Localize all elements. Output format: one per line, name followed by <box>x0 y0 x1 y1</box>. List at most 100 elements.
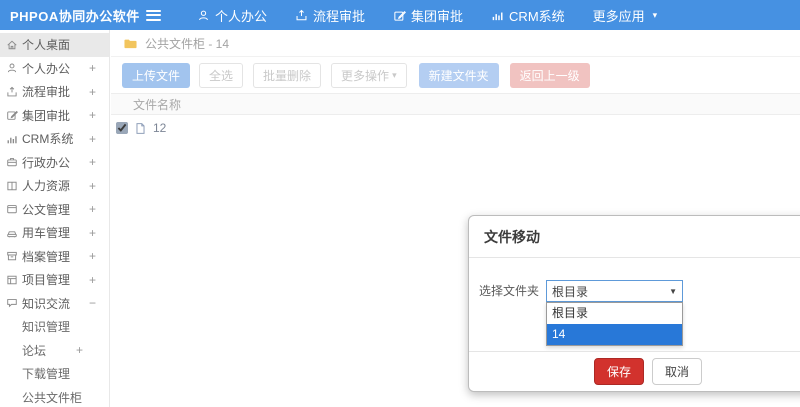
nav-item-4[interactable]: 更多应用 ▾ <box>579 0 672 30</box>
file-name-column-header: 文件名称 <box>133 97 182 112</box>
sidebar-item-个人桌面[interactable]: 个人桌面 <box>0 33 109 57</box>
new-folder-button[interactable]: 新建文件夹 <box>418 63 499 88</box>
folder-select-options: 根目录 14 <box>546 302 683 346</box>
sidebar-item-流程审批[interactable]: 流程审批 + <box>0 80 109 104</box>
sidebar-item-label: 项目管理 <box>22 273 71 288</box>
sidebar-item-label: 流程审批 <box>22 85 71 100</box>
sidebar-item-label: 下载管理 <box>22 367 71 382</box>
edit-icon <box>393 9 407 22</box>
file-table-body: 12 <box>111 115 800 141</box>
sidebar-item-label: 集团审批 <box>22 108 71 123</box>
sidebar-item-人力资源[interactable]: 人力资源 + <box>0 174 109 198</box>
nav-item-label: 个人办公 <box>215 8 268 24</box>
sidebar-item-label: 用车管理 <box>22 226 71 241</box>
save-button[interactable]: 保存 <box>593 358 644 385</box>
sidebar-item-知识管理[interactable]: 知识管理 <box>0 315 109 339</box>
chat-icon <box>6 297 18 309</box>
sidebar-item-用车管理[interactable]: 用车管理 + <box>0 221 109 245</box>
expand-plus-icon[interactable]: + <box>89 61 96 75</box>
nav-item-3[interactable]: CRM系统 <box>477 0 579 30</box>
dialog-body: 选择文件夹 根目录 ▼ 根目录 14 <box>469 258 800 356</box>
file-table-header: 文件名称 <box>111 93 800 115</box>
sidebar-item-label: 公文管理 <box>22 202 71 217</box>
sidebar-item-集团审批[interactable]: 集团审批 + <box>0 104 109 128</box>
expand-plus-icon[interactable]: + <box>76 343 83 357</box>
dialog-title: 文件移动 <box>469 216 800 258</box>
nav-item-0[interactable]: 个人办公 <box>183 0 281 30</box>
caret-down-icon: ▾ <box>392 70 397 80</box>
sidebar-item-label: 个人桌面 <box>22 38 71 53</box>
sidebar-item-下载管理[interactable]: 下载管理 <box>0 362 109 386</box>
more-actions-button[interactable]: 更多操作 ▾ <box>331 63 407 88</box>
collapse-minus-icon[interactable]: − <box>89 296 96 310</box>
sidebar-item-公文管理[interactable]: 公文管理 + <box>0 198 109 222</box>
sidebar-item-label: 人力资源 <box>22 179 71 194</box>
expand-plus-icon[interactable]: + <box>89 179 96 193</box>
expand-plus-icon[interactable]: + <box>89 108 96 122</box>
user-icon <box>6 62 18 74</box>
sidebar-item-行政办公[interactable]: 行政办公 + <box>0 151 109 175</box>
caret-down-icon: ▼ <box>669 286 677 296</box>
folder-option-14[interactable]: 14 <box>547 324 682 345</box>
folder-icon <box>123 37 138 50</box>
doc-icon <box>6 203 18 215</box>
file-name: 12 <box>153 121 167 135</box>
expand-plus-icon[interactable]: + <box>89 202 96 216</box>
table-row[interactable]: 12 <box>111 115 800 141</box>
sidebar-item-label: 公共文件柜 <box>22 390 83 405</box>
sidebar-item-公共文件柜[interactable]: 公共文件柜 <box>0 386 109 407</box>
car-icon <box>6 227 18 239</box>
sidebar-item-论坛[interactable]: 论坛 + <box>0 339 109 363</box>
expand-plus-icon[interactable]: + <box>89 249 96 263</box>
back-up-level-button[interactable]: 返回上一级 <box>509 63 590 88</box>
sidebar-item-个人办公[interactable]: 个人办公 + <box>0 57 109 81</box>
nav-item-2[interactable]: 集团审批 <box>379 0 477 30</box>
header-nav: 个人办公 流程审批 集团审批 CRM系统 更多应用 ▾ <box>183 0 671 30</box>
nav-item-1[interactable]: 流程审批 <box>281 0 379 30</box>
nav-item-label: 集团审批 <box>411 8 464 24</box>
process-icon <box>295 9 308 22</box>
caret-down-icon: ▾ <box>652 9 658 20</box>
sidebar-item-label: 个人办公 <box>22 61 71 76</box>
select-all-button[interactable]: 全选 <box>199 63 244 88</box>
folder-option-根目录[interactable]: 根目录 <box>547 303 682 324</box>
expand-plus-icon[interactable]: + <box>89 155 96 169</box>
sidebar-item-label: CRM系统 <box>22 132 74 147</box>
sidebar-item-label: 档案管理 <box>22 249 71 264</box>
chart-icon <box>6 133 18 145</box>
chart-icon <box>491 9 504 22</box>
folder-select-value: 根目录 <box>552 284 589 299</box>
sidebar-item-项目管理[interactable]: 项目管理 + <box>0 268 109 292</box>
nav-item-label: CRM系统 <box>509 8 565 24</box>
sidebar-item-档案管理[interactable]: 档案管理 + <box>0 245 109 269</box>
sidebar-item-CRM系统[interactable]: CRM系统 + <box>0 127 109 151</box>
edit-icon <box>6 109 18 121</box>
archive-icon <box>6 250 18 262</box>
expand-plus-icon[interactable]: + <box>89 273 96 287</box>
file-move-dialog: 文件移动 选择文件夹 根目录 ▼ 根目录 14 保存 取消 <box>468 215 800 392</box>
sidebar-item-label: 知识交流 <box>22 296 71 311</box>
expand-plus-icon[interactable]: + <box>89 226 96 240</box>
sidebar: 个人桌面个人办公 + 流程审批 + 集团审批 + CRM系统 + 行政办公 + 人力资源 + 公文管理 +… <box>0 30 110 407</box>
menu-toggle-icon[interactable] <box>146 9 161 21</box>
sidebar-item-label: 知识管理 <box>22 320 71 335</box>
sidebar-item-知识交流[interactable]: 知识交流 − <box>0 292 109 316</box>
file-icon <box>134 122 147 135</box>
user-icon <box>197 9 210 22</box>
sidebar-item-label: 论坛 <box>22 343 47 358</box>
nav-item-label: 更多应用 <box>592 8 645 24</box>
project-icon <box>6 274 18 286</box>
batch-delete-button[interactable]: 批量删除 <box>253 63 322 88</box>
book-icon <box>6 180 18 192</box>
toolbar: 上传文件 全选 批量删除 更多操作 ▾ 新建文件夹 返回上一级 <box>111 63 800 88</box>
home-icon <box>6 39 18 51</box>
expand-plus-icon[interactable]: + <box>89 132 96 146</box>
sidebar-item-label: 行政办公 <box>22 155 71 170</box>
upload-file-button[interactable]: 上传文件 <box>122 63 191 88</box>
cancel-button[interactable]: 取消 <box>652 358 703 385</box>
folder-select[interactable]: 根目录 ▼ <box>546 280 683 302</box>
expand-plus-icon[interactable]: + <box>89 85 96 99</box>
breadcrumb: 公共文件柜 - 14 <box>111 30 800 57</box>
row-checkbox[interactable] <box>116 122 128 134</box>
app-logo: PHPOA协同办公软件 <box>10 8 140 24</box>
